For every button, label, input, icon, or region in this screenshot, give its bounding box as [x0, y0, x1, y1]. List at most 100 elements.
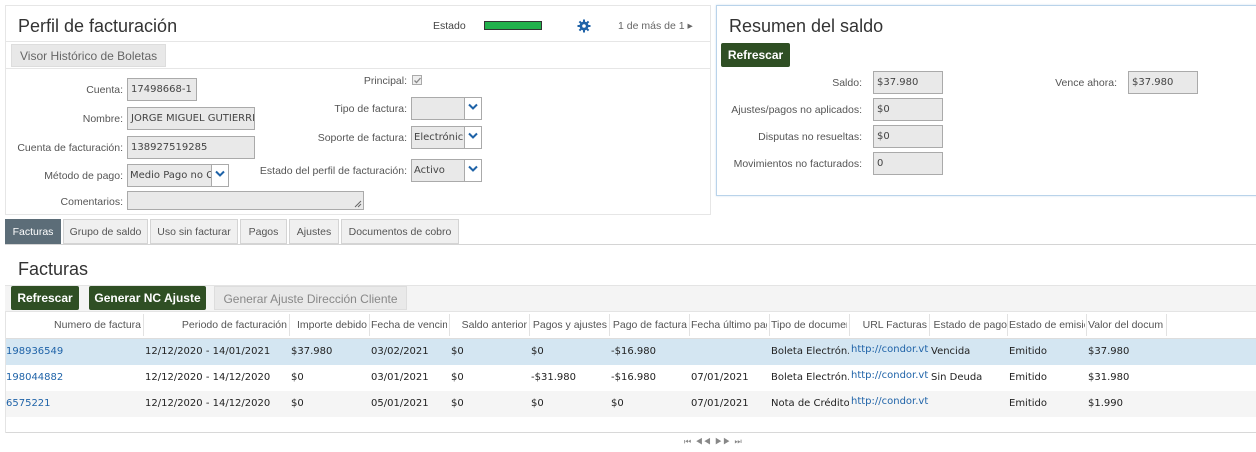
cell-importe: $0 [291, 372, 304, 383]
invoice-support-select[interactable]: Electrónic [411, 126, 482, 149]
cell-pago-factura: -$16.980 [611, 346, 656, 357]
cell-fecha-ultimo-pago: 07/01/2021 [691, 372, 749, 383]
due-now-field[interactable]: $37.980 [1128, 71, 1198, 94]
col-header-fecha-venc[interactable]: Fecha de vencim [371, 319, 447, 331]
first-page-icon[interactable]: ⏮ [684, 437, 692, 446]
tab-uso-sin-facturar[interactable]: Uso sin facturar [150, 219, 238, 244]
payment-method-select[interactable]: Medio Pago no C [127, 164, 229, 187]
principal-checkbox[interactable] [412, 75, 422, 85]
cell-saldo-anterior: $0 [451, 346, 464, 357]
comments-textarea[interactable] [127, 191, 364, 210]
unapplied-adjustments-label: Ajustes/pagos no aplicados: [731, 104, 862, 116]
cell-periodo: 12/12/2020 - 14/12/2020 [145, 372, 271, 383]
paging-text: 1 de más de 1 ▸ [618, 20, 693, 32]
billing-account-field[interactable]: 138927519285 [127, 136, 255, 159]
col-header-url-facturas[interactable]: URL Facturas [851, 319, 927, 331]
unapplied-adjustments-field[interactable]: $0 [873, 98, 943, 121]
pager: ⏮ ◀◀ ▶▶ ⏭ [684, 437, 743, 447]
subtab-historical-viewer[interactable]: Visor Histórico de Boletas [11, 44, 167, 67]
invoice-number-link[interactable]: 198936549 [6, 346, 140, 357]
profile-title: Perfil de facturación [18, 16, 178, 36]
col-header-pago-factura[interactable]: Pago de factura [611, 319, 687, 331]
invoice-number-link[interactable]: 6575221 [6, 398, 140, 409]
generate-address-adjustment-button[interactable]: Generar Ajuste Dirección Cliente [214, 286, 407, 310]
col-header-tipo-documento[interactable]: Tipo de documer [771, 319, 847, 331]
summary-refresh-button[interactable]: Refrescar [721, 43, 790, 67]
cell-valor-documento: $37.980 [1088, 346, 1130, 357]
payment-method-value: Medio Pago no C [130, 170, 214, 181]
cell-saldo-anterior: $0 [451, 372, 464, 383]
account-field[interactable]: 17498668-1 [127, 78, 197, 101]
chevron-down-icon [464, 160, 481, 181]
col-header-fecha-ultimo-pago[interactable]: Fecha último pag [691, 319, 767, 331]
cell-tipo-documento: Boleta Electrón… [771, 372, 849, 383]
cell-periodo: 12/12/2020 - 14/01/2021 [145, 346, 271, 357]
invoices-refresh-button[interactable]: Refrescar [11, 286, 79, 310]
cell-importe: $0 [291, 398, 304, 409]
chevron-down-icon [464, 127, 481, 148]
cell-pagos-ajustes: $0 [531, 398, 544, 409]
tab-grupo-saldo[interactable]: Grupo de saldo [63, 219, 148, 244]
billing-account-label: Cuenta de facturación: [17, 142, 123, 154]
unbilled-movements-field[interactable]: 0 [873, 152, 943, 175]
resize-handle-icon[interactable] [354, 200, 362, 208]
prev-page-icon[interactable]: ◀◀ [695, 437, 711, 446]
name-label: Nombre: [82, 113, 123, 125]
tab-pagos[interactable]: Pagos [240, 219, 287, 244]
name-field[interactable]: JORGE MIGUEL GUTIERRE [127, 107, 255, 130]
col-header-estado-emision[interactable]: Estado de emisic [1009, 319, 1085, 331]
cell-fecha-ultimo-pago: 07/01/2021 [691, 398, 749, 409]
tab-facturas[interactable]: Facturas [5, 219, 61, 244]
account-label: Cuenta: [86, 84, 123, 96]
chevron-down-icon [211, 165, 228, 186]
invoice-type-select[interactable] [411, 97, 482, 120]
invoice-number-link[interactable]: 198044882 [6, 372, 140, 383]
payment-method-label: Método de pago: [44, 170, 123, 182]
tab-ajustes[interactable]: Ajustes [289, 219, 339, 244]
cell-pagos-ajustes: $0 [531, 346, 544, 357]
invoice-url-link[interactable]: http://condor.vtr. [851, 370, 929, 381]
col-header-importe[interactable]: Importe debido [291, 319, 367, 331]
col-header-saldo-anterior[interactable]: Saldo anterior [451, 319, 527, 331]
col-header-periodo[interactable]: Periodo de facturación [145, 319, 287, 331]
cell-tipo-documento: Nota de Crédito… [771, 398, 849, 409]
invoice-support-label: Soporte de factura: [317, 132, 407, 144]
generate-nc-adjustment-button[interactable]: Generar NC Ajuste [89, 286, 206, 310]
invoice-type-label: Tipo de factura: [334, 103, 407, 115]
cell-valor-documento: $1.990 [1088, 398, 1123, 409]
cell-pagos-ajustes: -$31.980 [531, 372, 576, 383]
cell-pago-factura: -$16.980 [611, 372, 656, 383]
next-page-icon[interactable]: ▶▶ [715, 437, 731, 446]
profile-status-label: Estado del perfil de facturación: [259, 165, 407, 177]
col-header-estado-pago[interactable]: Estado de pago [931, 319, 1007, 331]
cell-estado-emision: Emitido [1009, 372, 1048, 383]
chevron-down-icon [464, 98, 481, 119]
col-header-valor-documento[interactable]: Valor del docum [1088, 319, 1164, 331]
tab-documentos-cobro[interactable]: Documentos de cobro [341, 219, 459, 244]
invoice-support-value: Electrónic [414, 132, 464, 143]
balance-label: Saldo: [832, 77, 862, 89]
col-header-pagos-ajustes[interactable]: Pagos y ajustes [531, 319, 607, 331]
cell-valor-documento: $31.980 [1088, 372, 1130, 383]
paging-next-icon[interactable]: ▸ [687, 20, 692, 32]
profile-status-select[interactable]: Activo [411, 159, 482, 182]
unresolved-disputes-field[interactable]: $0 [873, 125, 943, 148]
profile-status-value: Activo [414, 165, 445, 176]
cell-estado-pago: Sin Deuda [931, 372, 983, 383]
cell-estado-pago: Vencida [931, 346, 971, 357]
cell-importe: $37.980 [291, 346, 333, 357]
cell-fecha-venc: 03/01/2021 [371, 372, 429, 383]
comments-label: Comentarios: [60, 196, 123, 208]
cell-fecha-venc: 05/01/2021 [371, 398, 429, 409]
unresolved-disputes-label: Disputas no resueltas: [758, 131, 862, 143]
cell-estado-emision: Emitido [1009, 398, 1048, 409]
cell-tipo-documento: Boleta Electrón… [771, 346, 849, 357]
cell-fecha-venc: 03/02/2021 [371, 346, 429, 357]
summary-title: Resumen del saldo [729, 16, 884, 36]
balance-field[interactable]: $37.980 [873, 71, 943, 94]
gear-icon[interactable] [577, 19, 591, 33]
col-header-numero[interactable]: Numero de factura [5, 319, 141, 331]
invoice-url-link[interactable]: http://condor.vtr. [851, 344, 929, 355]
last-page-icon[interactable]: ⏭ [734, 437, 742, 446]
invoice-url-link[interactable]: http://condor.vtr. [851, 396, 929, 407]
